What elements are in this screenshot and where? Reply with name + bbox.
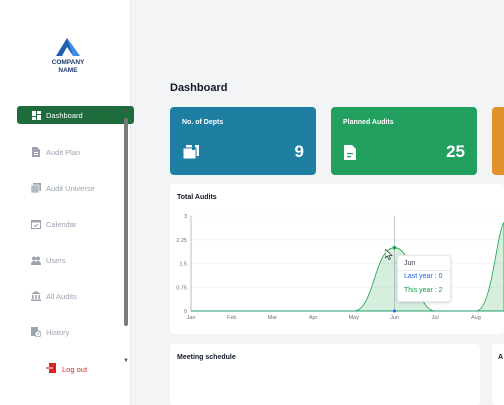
x-tick-label: Jan [187,315,196,321]
tooltip-month: Jun [404,260,416,267]
logout-label: Log out [62,364,88,374]
tooltip-this-year: This year : 2 [404,287,443,294]
sidebar-item-all-audits[interactable]: All Audits [17,287,134,305]
y-tick-label: 3 [184,214,187,220]
right-panel: A [492,344,504,405]
panel-title: Meeting schedule [177,354,236,361]
history-icon [31,327,41,337]
sidebar-item-audit-universe[interactable]: Audit Universe [17,179,134,197]
users-icon [31,255,41,265]
company-logo: COMPANY NAME [48,36,88,74]
stat-label: Planned Audits [343,119,394,126]
y-tick-label: 1.5 [179,262,187,268]
sidebar-item-label: Audit Universe [46,183,95,193]
logout-button[interactable]: Log out [46,363,87,375]
total-audits-chart[interactable]: 00.751.52.253Jan Feb Mar Apr May Jun Jul Aug [170,205,504,330]
sidebar-item-label: Dashboard [46,110,83,120]
sidebar-item-label: All Audits [46,291,77,301]
logo-line1: COMPANY [51,59,85,66]
sidebar-item-label: History [46,327,70,337]
sidebar-item-users[interactable]: Users [17,251,134,269]
book-icon [182,145,199,164]
logo-line2: NAME [58,67,78,74]
document-icon [31,147,41,157]
stat-value: 25 [446,142,465,161]
x-tick-label: Jul [432,315,439,321]
logo-icon [53,36,83,58]
bank-icon [31,291,41,301]
chart-tooltip: Jun Last year : 0 This year : 2 [397,255,451,302]
stack-icon [31,183,41,193]
y-tick-label: 2.25 [176,238,187,244]
scrollbar-thumb[interactable] [124,118,128,326]
series-area [191,221,504,312]
y-tick-label: 0.75 [176,285,187,291]
sidebar-item-label: Users [46,255,66,265]
sidebar-item-calendar[interactable]: Calendar [17,215,134,233]
page-title: Dashboard [170,82,228,94]
x-tick-label: May [349,315,360,321]
sidebar-item-dashboard[interactable]: Dashboard [17,106,134,124]
calendar-icon [31,219,41,229]
x-tick-label: Jun [390,315,399,321]
stat-value: 9 [294,142,304,161]
panel-title: A [498,354,504,361]
hover-point [392,245,397,250]
sidebar-item-label: Audit Plan [46,147,81,157]
x-tick-label: Feb [227,315,236,321]
x-tick-label: Aug [471,315,481,321]
dashboard-icon [31,110,41,120]
panel-title: Total Audits [177,194,217,201]
stat-label: No. of Depts [182,119,224,126]
tooltip-last-year: Last year : 0 [404,273,443,280]
stat-card-partial[interactable] [492,107,504,175]
sidebar-scrollbar[interactable]: ▲ ▼ [123,108,129,368]
hover-point [393,309,396,313]
stat-card-planned-audits[interactable]: Planned Audits 25 [331,107,477,175]
scroll-down-arrow-icon[interactable]: ▼ [123,358,129,364]
file-icon [344,145,356,165]
x-tick-label: Mar [268,315,278,321]
stat-card-depts[interactable]: No. of Depts 9 [170,107,316,175]
mouse-cursor-icon [384,247,393,265]
x-tick-label: Apr [309,315,318,321]
logout-icon [46,363,56,375]
sidebar-item-label: Calendar [46,219,77,229]
sidebar: COMPANY NAME Dashboard Audit Plan Audit … [0,0,134,405]
sidebar-item-audit-plan[interactable]: Audit Plan [17,143,134,161]
tooltip-divider [398,270,450,271]
scroll-up-arrow-icon[interactable]: ▲ [123,108,129,114]
sidebar-item-history[interactable]: History [17,323,134,341]
meeting-schedule-panel: Meeting schedule [170,344,480,405]
